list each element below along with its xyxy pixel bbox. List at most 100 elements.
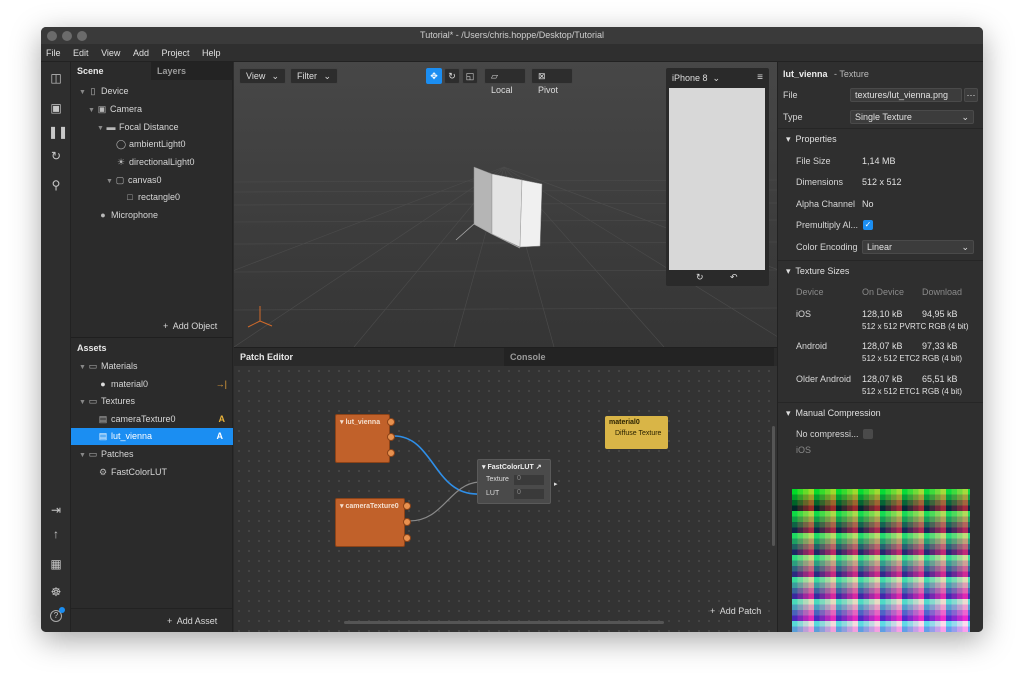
scene-panel: Scene Layers ▼ ▯ Device ▼ ▣ Camera ▼ ▬ Focal Di… xyxy=(71,62,233,337)
browse-button[interactable]: ⋯ xyxy=(964,88,978,102)
premultiply-checkbox[interactable]: ✓ xyxy=(863,220,873,230)
patch-editor-panel: Patch Editor Console ▾ lut_vienna ▾ camer… xyxy=(234,347,777,632)
viewport[interactable]: View ⌄ Filter ⌄ ✥ ↻ ◱ ▱ Local ⊠ Pivot iPho… xyxy=(234,62,777,347)
device-icon: ▯ xyxy=(90,86,96,96)
inspector-panel: lut_vienna - Texture File textures/lut_v… xyxy=(777,62,983,632)
asset-item-camera-texture[interactable]: ▤ cameraTexture0 A xyxy=(97,411,227,428)
menu-help[interactable]: Help xyxy=(197,44,226,62)
encoding-select[interactable]: Linear ⌄ xyxy=(862,240,974,254)
asset-item-lut-vienna[interactable]: ▤ lut_vienna A xyxy=(71,428,233,445)
manual-compression-section[interactable]: ▾ Manual Compression xyxy=(778,402,983,422)
expand-icon: ↗ xyxy=(535,464,542,471)
scene-item-focal-distance[interactable]: ▼ ▬ Focal Distance xyxy=(97,119,179,136)
node-material[interactable]: material0 Diffuse Texture xyxy=(605,416,668,449)
rotate-tool-button[interactable]: ↻ xyxy=(444,68,460,84)
patch-canvas[interactable]: ▾ lut_vienna ▾ cameraTexture0 ▾ FastColo… xyxy=(234,366,777,632)
filter-dropdown[interactable]: Filter ⌄ xyxy=(290,68,338,84)
tab-console[interactable]: Console xyxy=(504,348,774,366)
tab-scene[interactable]: Scene xyxy=(71,62,151,80)
rotate-device-icon[interactable]: ↶ xyxy=(730,272,738,283)
assets-group-textures[interactable]: ▼ ▭ Textures xyxy=(79,393,135,410)
tab-layers[interactable]: Layers xyxy=(151,62,231,80)
menu-icon[interactable]: ≡ xyxy=(757,71,763,85)
folder-add-icon[interactable]: ▦ xyxy=(48,556,64,572)
pause-icon[interactable]: ❚❚ xyxy=(48,124,68,140)
scene-item-device[interactable]: ▼ ▯ Device xyxy=(79,83,129,100)
scene-item-directional-light[interactable]: ☀ directionalLight0 xyxy=(115,154,195,171)
layout-icon[interactable]: ◫ xyxy=(48,70,64,86)
node-port[interactable] xyxy=(387,418,395,426)
image-icon: ▤ xyxy=(98,431,108,441)
scale-tool-button[interactable]: ◱ xyxy=(462,68,478,84)
add-object-button[interactable]: + Add Object xyxy=(163,321,217,331)
device-select[interactable]: iPhone 8 ⌄ xyxy=(672,71,720,85)
node-port[interactable] xyxy=(387,449,395,457)
zoom-window-button[interactable] xyxy=(77,31,87,41)
asset-badge: A xyxy=(216,431,224,441)
scene-item-rectangle[interactable]: □ rectangle0 xyxy=(124,189,180,206)
file-field[interactable]: textures/lut_vienna.png xyxy=(850,88,962,102)
pivot-button[interactable]: ⊠ Pivot xyxy=(531,68,573,95)
lut-preview-image xyxy=(792,489,970,632)
assets-panel: Assets ▼ ▭ Materials ● material0 →| ▼ ▭ Textur… xyxy=(71,337,233,632)
focal-icon: ▬ xyxy=(106,122,116,132)
scene-item-ambient-light[interactable]: ◯ ambientLight0 xyxy=(115,136,186,153)
scene-item-canvas[interactable]: ▼ ▢ canvas0 xyxy=(106,172,162,189)
minimize-window-button[interactable] xyxy=(62,31,72,41)
chevron-down-icon: ▾ xyxy=(786,266,791,276)
node-port[interactable] xyxy=(387,433,395,441)
node-port[interactable] xyxy=(403,534,411,542)
node-camera-texture[interactable]: ▾ cameraTexture0 xyxy=(335,498,405,547)
chevron-down-icon: ⌄ xyxy=(271,71,279,81)
node-port[interactable] xyxy=(403,502,411,510)
menu-view[interactable]: View xyxy=(96,44,125,62)
chevron-down-icon: ⌄ xyxy=(961,242,969,252)
texture-sizes-section[interactable]: ▾ Texture Sizes xyxy=(778,260,983,280)
assets-group-materials[interactable]: ▼ ▭ Materials xyxy=(79,358,138,375)
tab-patch-editor[interactable]: Patch Editor xyxy=(234,348,504,366)
assets-divider xyxy=(71,608,233,609)
view-dropdown[interactable]: View ⌄ xyxy=(239,68,286,84)
alpha-label: Alpha Channel xyxy=(796,199,856,209)
menu-edit[interactable]: Edit xyxy=(68,44,94,62)
col-on-device: On Device xyxy=(862,287,905,297)
add-asset-button[interactable]: + Add Asset xyxy=(167,616,217,626)
move-icon: ✥ xyxy=(430,71,438,81)
vertical-scrollbar[interactable] xyxy=(772,426,775,546)
local-button[interactable]: ▱ Local xyxy=(484,68,526,95)
premultiply-label: Premultiply Al... xyxy=(796,220,859,230)
type-select[interactable]: Single Texture ⌄ xyxy=(850,110,974,124)
upload-icon[interactable]: ↑ xyxy=(48,526,64,542)
export-icon[interactable]: ⇥ xyxy=(48,502,64,518)
horizontal-scrollbar[interactable] xyxy=(344,621,664,624)
no-compression-checkbox[interactable] xyxy=(863,429,873,439)
menu-add[interactable]: Add xyxy=(128,44,154,62)
menu-file[interactable]: File xyxy=(41,44,66,62)
reload-icon[interactable]: ↻ xyxy=(696,272,704,283)
node-lut-vienna[interactable]: ▾ lut_vienna xyxy=(335,414,390,463)
refresh-icon[interactable]: ↻ xyxy=(48,148,64,164)
notification-dot xyxy=(59,607,65,613)
bug-icon[interactable]: ☸ xyxy=(48,584,64,600)
node-port[interactable] xyxy=(403,518,411,526)
properties-section[interactable]: ▾ Properties xyxy=(778,128,983,148)
menu-project[interactable]: Project xyxy=(156,44,194,62)
scene-item-microphone[interactable]: ● Microphone xyxy=(97,207,158,224)
asset-item-fastcolorlut[interactable]: ⚙ FastColorLUT xyxy=(97,464,167,481)
input-texture-value[interactable]: 0 xyxy=(514,475,544,485)
sphere-icon: ● xyxy=(100,379,106,389)
assets-group-patches[interactable]: ▼ ▭ Patches xyxy=(79,446,134,463)
output-port[interactable]: ▸ xyxy=(554,480,558,488)
zoom-icon[interactable]: ⚲ xyxy=(48,177,64,193)
asset-item-material[interactable]: ● material0 →| xyxy=(97,376,227,393)
add-patch-button[interactable]: + Add Patch xyxy=(710,606,761,616)
move-tool-button[interactable]: ✥ xyxy=(426,68,442,84)
link-icon: →| xyxy=(215,379,227,389)
close-window-button[interactable] xyxy=(47,31,57,41)
node-fastcolorlut[interactable]: ▾ FastColorLUT ↗ Texture 0 LUT 0 ▸ xyxy=(477,459,558,504)
video-icon[interactable]: ▣ xyxy=(48,100,64,116)
directional-light-icon: ☀ xyxy=(116,157,126,167)
input-lut-value[interactable]: 0 xyxy=(514,489,544,499)
scene-item-camera[interactable]: ▼ ▣ Camera xyxy=(88,101,142,118)
input-diffuse-texture: Diffuse Texture xyxy=(615,430,662,437)
